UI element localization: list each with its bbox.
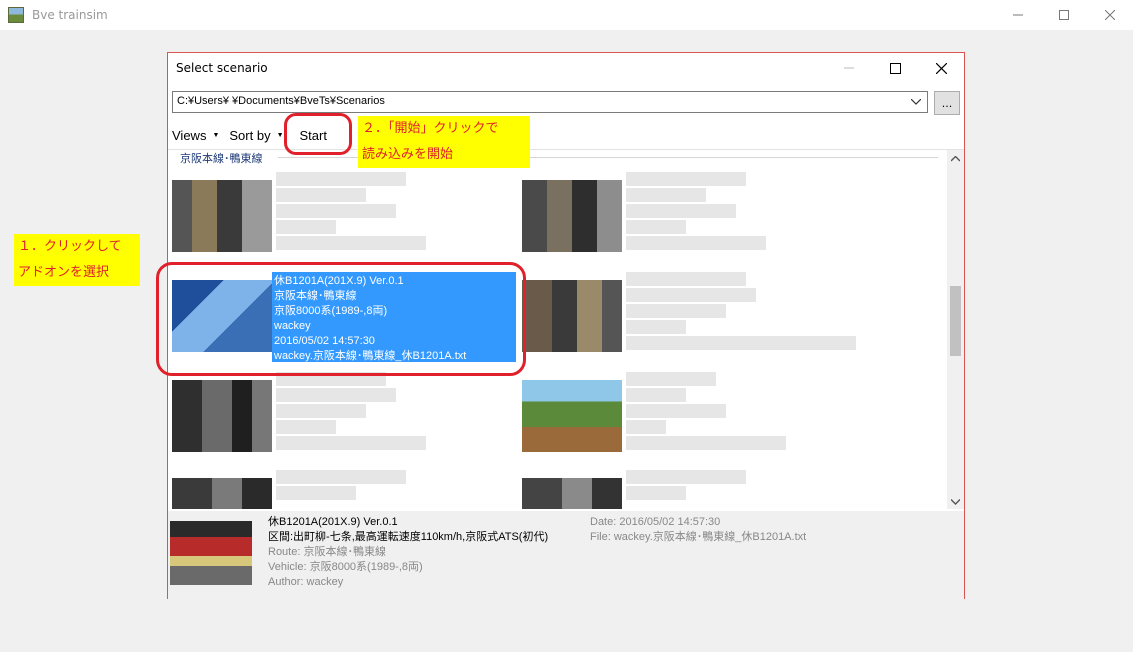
scenario-thumbnail <box>522 478 622 509</box>
browse-button[interactable]: ... <box>934 91 960 115</box>
path-row: C:¥Users¥ ¥Documents¥BveTs¥Scenarios ... <box>172 91 960 115</box>
list-item[interactable] <box>518 170 866 254</box>
annotation-step1: １．クリックして アドオンを選択 <box>14 234 140 286</box>
details-left: 休B1201A(201X.9) Ver.0.1 区間:出町柳-七条,最高運転速度… <box>268 515 548 590</box>
scenario-thumbnail <box>172 180 272 252</box>
scenario-path-value: C:¥Users¥ ¥Documents¥BveTs¥Scenarios <box>177 95 385 107</box>
list-item[interactable] <box>168 468 516 509</box>
annotation-step2: ２．「開始」クリックで 読み込みを開始 <box>358 116 530 168</box>
dialog-minimize-button[interactable] <box>826 53 872 83</box>
train-thumbnail <box>170 521 252 585</box>
minimize-button[interactable] <box>995 0 1041 30</box>
annotation-step1-line2: アドオンを選択 <box>18 265 110 280</box>
blurred-text <box>626 272 856 352</box>
close-icon <box>935 62 947 74</box>
scenario-thumbnail <box>172 478 272 509</box>
details-right: Date: 2016/05/02 14:57:30 File: wackey.京… <box>590 515 806 545</box>
close-button[interactable] <box>1087 0 1133 30</box>
details-author: Author: wackey <box>268 576 344 588</box>
scenario-thumbnail <box>172 380 272 452</box>
sort-by-menu[interactable]: Sort by ▼ <box>229 128 283 143</box>
views-menu[interactable]: Views ▼ <box>172 128 219 143</box>
highlight-start-ring <box>284 113 352 155</box>
sort-by-label: Sort by <box>229 127 271 143</box>
scenario-thumbnail <box>522 280 622 352</box>
dropdown-caret-icon: ▼ <box>212 131 220 139</box>
dropdown-caret-icon: ▼ <box>276 131 284 139</box>
scrollbar-thumb[interactable] <box>950 286 961 356</box>
blurred-text <box>276 172 506 252</box>
list-item[interactable] <box>518 468 866 509</box>
dialog-title: Select scenario <box>176 61 268 75</box>
annotation-step2-line1: ２．「開始」クリックで <box>362 121 499 136</box>
blurred-text <box>626 470 856 502</box>
maximize-icon <box>1059 10 1069 20</box>
minimize-icon <box>844 67 854 69</box>
blurred-text <box>626 172 856 252</box>
details-vehicle: Vehicle: 京阪8000系(1989-,8両) <box>268 561 423 573</box>
views-label: Views <box>172 127 207 143</box>
details-date: Date: 2016/05/02 14:57:30 <box>590 516 721 528</box>
list-item[interactable] <box>518 270 866 354</box>
details-file: File: wackey.京阪本線･鴨東線_休B1201A.txt <box>590 531 807 543</box>
maximize-button[interactable] <box>1041 0 1087 30</box>
dialog-maximize-button[interactable] <box>872 53 918 83</box>
scenario-thumbnail <box>522 180 622 252</box>
app-title: Bve trainsim <box>32 8 108 22</box>
chevron-down-icon[interactable] <box>909 95 923 109</box>
details-route: Route: 京阪本線･鴨東線 <box>268 546 386 558</box>
scroll-down-icon[interactable] <box>947 493 964 509</box>
list-item[interactable] <box>168 170 516 254</box>
vertical-scrollbar[interactable] <box>947 150 964 509</box>
list-item[interactable] <box>168 370 516 454</box>
details-title: 休B1201A(201X.9) Ver.0.1 <box>268 516 398 528</box>
maximize-icon <box>889 62 901 74</box>
window-controls <box>995 0 1133 30</box>
close-icon <box>1105 10 1115 20</box>
minimize-icon <box>1013 14 1023 16</box>
blurred-text <box>276 470 506 502</box>
group-header: 京阪本線･鴨東線 <box>180 153 263 165</box>
list-item[interactable] <box>518 370 866 454</box>
highlight-selection-ring <box>156 262 526 376</box>
blurred-text <box>626 372 856 452</box>
annotation-step1-line1: １．クリックして <box>18 239 122 254</box>
dialog-close-button[interactable] <box>918 53 964 83</box>
scenario-path-combobox[interactable]: C:¥Users¥ ¥Documents¥BveTs¥Scenarios <box>172 91 928 113</box>
scenario-thumbnail <box>522 380 622 452</box>
app-titlebar: Bve trainsim <box>0 0 1133 30</box>
details-description: 区間:出町柳-七条,最高運転速度110km/h,京阪式ATS(初代) <box>268 531 549 543</box>
annotation-step2-line2: 読み込みを開始 <box>362 147 454 162</box>
scenario-details-panel: 休B1201A(201X.9) Ver.0.1 区間:出町柳-七条,最高運転速度… <box>168 511 964 599</box>
app-logo-icon <box>8 7 24 23</box>
dialog-window-controls <box>826 53 964 83</box>
scroll-up-icon[interactable] <box>947 150 964 167</box>
blurred-text <box>276 372 506 452</box>
